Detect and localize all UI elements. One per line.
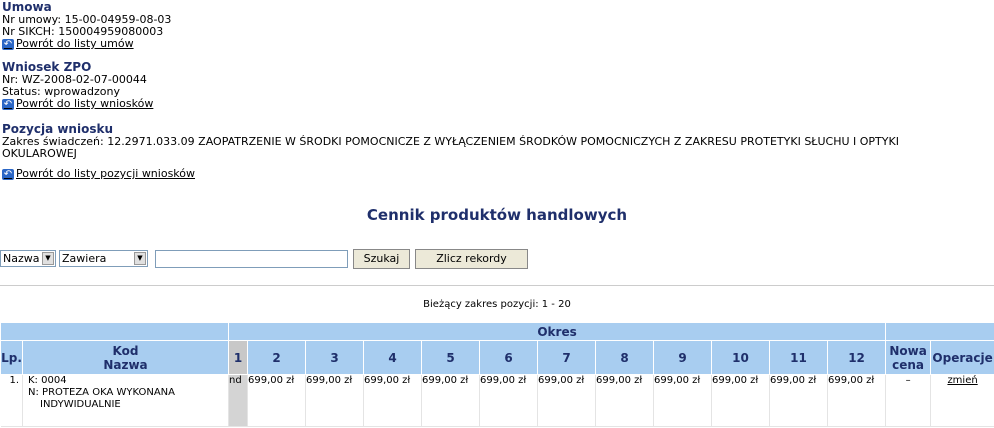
- row-kod: 0004: [41, 375, 67, 386]
- nazwa-prefix: N:: [28, 387, 39, 398]
- back-to-pozycje-label: Powrót do listy pozycji wniosków: [16, 167, 196, 180]
- search-input[interactable]: [155, 250, 348, 268]
- price-table: Okres Lp. Kod Nazwa 1 2 3 4 5 6 7 8 9 10…: [0, 322, 994, 427]
- zakres-line2: OKULAROWEJ: [2, 147, 77, 160]
- back-arrow-icon: ↶: [2, 168, 14, 180]
- header-period-8: 8: [595, 340, 654, 375]
- back-to-wnioski-link[interactable]: ↶ Powrót do listy wniosków: [2, 98, 153, 110]
- header-operacje: Operacje: [930, 340, 994, 375]
- header-period-11: 11: [769, 340, 828, 375]
- header-blank: [0, 322, 229, 341]
- table-row: 1. K: 0004 N: PROTEZA OKA WYKONANA INDYW…: [0, 374, 994, 427]
- row-kod-nazwa: K: 0004 N: PROTEZA OKA WYKONANA INDYWIDU…: [22, 374, 229, 427]
- header-period-2: 2: [247, 340, 306, 375]
- header-blank-right: [885, 322, 994, 341]
- zmien-link[interactable]: zmień: [930, 374, 994, 427]
- divider: [0, 285, 994, 286]
- condition-select[interactable]: Zawiera ▼: [59, 250, 148, 267]
- header-lp: Lp.: [0, 340, 23, 375]
- back-arrow-icon: ↶: [2, 98, 14, 110]
- header-nowa: Nowa: [889, 343, 927, 358]
- chevron-down-icon: ▼: [134, 252, 146, 265]
- row-nazwa-cont: INDYWIDUALNIE: [40, 399, 121, 410]
- row-price-7: 699,00 zł: [537, 374, 596, 427]
- header-nazwa: Nazwa: [103, 357, 148, 372]
- wniosek-section: Wniosek ZPO Nr: WZ-2008-02-07-00044 Stat…: [2, 60, 153, 110]
- zakres-line1: Zakres świadczeń: 12.2971.033.09 ZAOPATR…: [2, 135, 899, 148]
- header-period-4: 4: [363, 340, 422, 375]
- field-select-value: Nazwa: [3, 252, 40, 265]
- row-price-12: 699,00 zł: [827, 374, 887, 427]
- row-price-11: 699,00 zł: [769, 374, 828, 427]
- header-period-10: 10: [711, 340, 770, 375]
- header-period-1: 1: [228, 340, 248, 375]
- back-to-umowy-link[interactable]: ↶ Powrót do listy umów: [2, 38, 171, 50]
- chevron-down-icon: ▼: [42, 252, 54, 265]
- row-nowa-cena: –: [885, 374, 932, 427]
- header-kod-nazwa: Kod Nazwa: [22, 340, 229, 375]
- header-okres: Okres: [227, 322, 887, 341]
- count-records-button[interactable]: Zlicz rekordy: [415, 249, 528, 269]
- row-price-6: 699,00 zł: [479, 374, 538, 427]
- header-period-5: 5: [421, 340, 480, 375]
- pozycja-title: Pozycja wniosku: [2, 122, 113, 136]
- field-select[interactable]: Nazwa ▼: [0, 250, 56, 267]
- back-to-wnioski-label: Powrót do listy wniosków: [16, 97, 154, 110]
- row-price-9: 699,00 zł: [653, 374, 712, 427]
- page-title: Cennik produktów handlowych: [366, 206, 628, 224]
- header-kod: Kod: [112, 343, 139, 358]
- header-period-7: 7: [537, 340, 596, 375]
- row-price-1: nd: [228, 374, 248, 427]
- back-arrow-icon: ↶: [2, 38, 14, 50]
- condition-select-value: Zawiera: [62, 252, 107, 265]
- back-to-umowy-label: Powrót do listy umów: [16, 37, 134, 50]
- row-price-8: 699,00 zł: [595, 374, 654, 427]
- header-period-6: 6: [479, 340, 538, 375]
- header-period-3: 3: [305, 340, 364, 375]
- umowa-section: Umowa Nr umowy: 15-00-04959-08-03 Nr SIK…: [2, 0, 171, 50]
- umowa-title: Umowa: [2, 0, 52, 14]
- row-price-2: 699,00 zł: [247, 374, 306, 427]
- search-button[interactable]: Szukaj: [353, 249, 410, 269]
- range-info: Bieżący zakres pozycji: 1 - 20: [423, 299, 571, 310]
- back-to-pozycje-link[interactable]: ↶ Powrót do listy pozycji wniosków: [2, 168, 195, 180]
- row-price-4: 699,00 zł: [363, 374, 422, 427]
- pozycja-section: Pozycja wniosku Zakres świadczeń: 12.297…: [2, 122, 899, 160]
- header-nowa-cena: Nowa cena: [885, 340, 932, 375]
- row-lp: 1.: [0, 374, 23, 427]
- header-period-9: 9: [653, 340, 712, 375]
- row-price-5: 699,00 zł: [421, 374, 480, 427]
- header-cena: cena: [892, 357, 925, 372]
- header-period-12: 12: [826, 340, 887, 375]
- wniosek-title: Wniosek ZPO: [2, 60, 92, 74]
- row-nazwa: PROTEZA OKA WYKONANA: [42, 387, 175, 398]
- row-price-10: 699,00 zł: [711, 374, 770, 427]
- kod-prefix: K:: [28, 375, 38, 386]
- row-price-3: 699,00 zł: [305, 374, 364, 427]
